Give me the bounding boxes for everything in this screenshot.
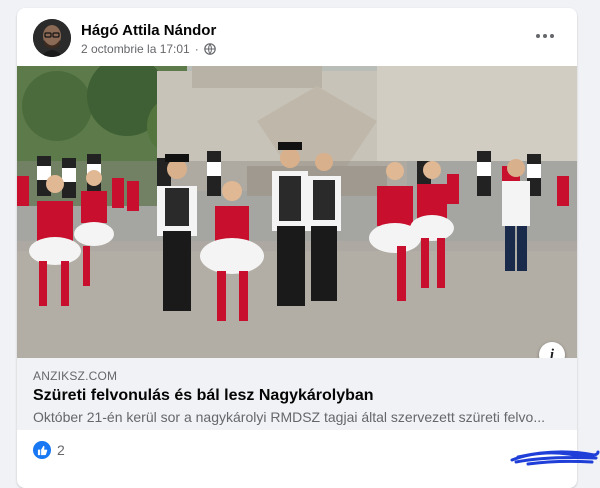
link-description: Október 21-én kerül sor a nagykárolyi RM… — [33, 409, 545, 425]
reaction-count: 2 — [57, 442, 65, 458]
meta-separator: · — [194, 42, 199, 56]
globe-icon[interactable] — [203, 43, 216, 55]
link-domain: ANZIKSZ.COM — [33, 369, 118, 383]
post-image[interactable] — [17, 66, 577, 358]
post-timestamp[interactable]: 2 octombrie la 17:01 — [81, 42, 190, 56]
reaction-summary[interactable]: 2 — [33, 441, 65, 459]
more-options-icon — [536, 34, 540, 38]
post-card: Hágó Attila Nándor 2 octombrie la 17:01 … — [17, 8, 577, 488]
link-preview[interactable]: ANZIKSZ.COM Szüreti felvonulás és bál le… — [17, 358, 577, 430]
folk-dance-photo — [17, 66, 577, 358]
like-icon — [33, 441, 51, 459]
redaction-scribble — [510, 450, 600, 466]
post-meta: 2 octombrie la 17:01 · — [81, 42, 216, 56]
author-avatar[interactable] — [33, 19, 71, 57]
author-name[interactable]: Hágó Attila Nándor — [81, 22, 216, 39]
link-title[interactable]: Szüreti felvonulás és bál lesz Nagykárol… — [33, 387, 374, 405]
more-options-button[interactable] — [529, 22, 561, 50]
